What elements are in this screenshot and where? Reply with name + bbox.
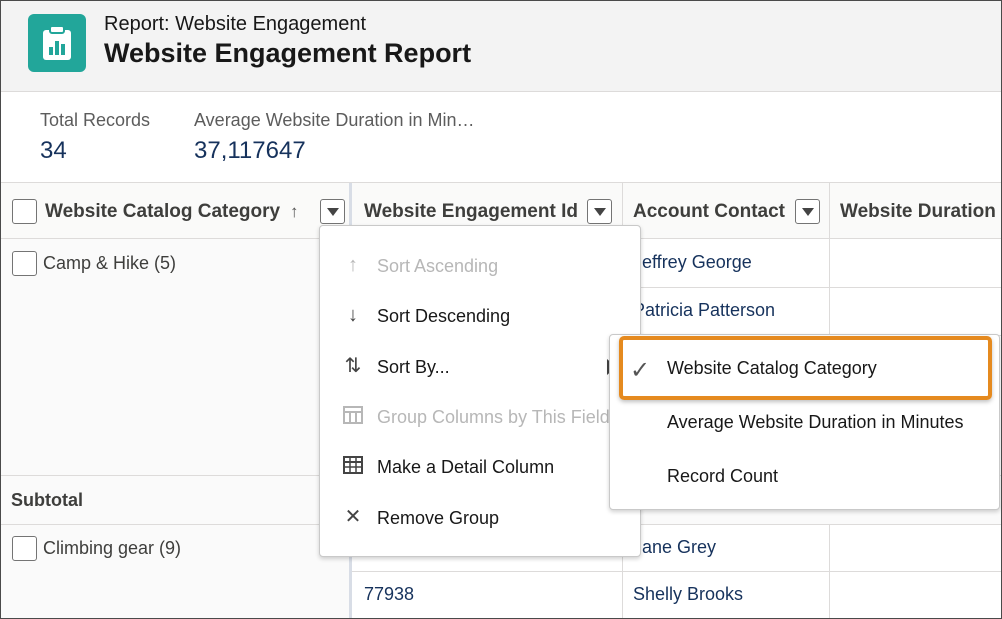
report-window: Report: Website Engagement Website Engag… [0, 0, 1002, 619]
row-divider [352, 571, 1001, 572]
menu-item-sort-by[interactable]: ⇅ Sort By... [320, 342, 640, 392]
metric-value: 37,117647 [194, 137, 306, 164]
group-columns-icon [342, 405, 364, 427]
menu-item-label: Sort Ascending [377, 256, 499, 276]
column-label: Website Engagement Id [364, 201, 578, 222]
column-menu-button-account-contact[interactable] [795, 199, 820, 224]
submenu-item-label: Website Catalog Category [667, 358, 877, 378]
column-menu: ↑ Sort Ascending ↓ Sort Descending ⇅ Sor… [319, 225, 641, 557]
metric-total-records: Total Records 34 [40, 110, 150, 165]
submenu-item-label: Record Count [667, 466, 779, 486]
group-column [1, 239, 352, 618]
menu-item-make-detail-column[interactable]: Make a Detail Column [320, 442, 640, 492]
contact-link[interactable]: Shelly Brooks [633, 584, 743, 605]
metric-label: Average Website Duration in Min… [194, 110, 475, 130]
menu-item-label: Group Columns by This Field [377, 407, 610, 427]
summary-bar: Total Records 34 Average Website Duratio… [1, 93, 1001, 181]
submenu-item-average-duration[interactable]: Average Website Duration in Minutes [610, 398, 999, 448]
column-label: Account Contact [633, 201, 785, 222]
menu-item-sort-ascending[interactable]: ↑ Sort Ascending [320, 241, 640, 291]
page-title: Website Engagement Report [104, 38, 472, 68]
close-icon: ✕ [344, 506, 362, 528]
check-icon: ✓ [630, 357, 651, 384]
arrow-up-icon: ↑ [348, 254, 358, 276]
column-divider [829, 183, 830, 239]
submenu-item-catalog-category[interactable]: ✓ Website Catalog Category [610, 344, 999, 394]
group-checkbox-camp-hike[interactable] [12, 251, 37, 276]
subtotal-label: Subtotal [11, 490, 83, 510]
menu-item-label: Sort By... [377, 357, 450, 377]
menu-item-sort-descending[interactable]: ↓ Sort Descending [320, 291, 640, 341]
arrow-down-icon: ↓ [348, 304, 358, 326]
cell-divider [829, 525, 830, 618]
column-label: Website Catalog Category [45, 201, 281, 222]
detail-column-icon [342, 455, 364, 477]
metric-value: 34 [40, 137, 67, 164]
column-header-website-duration[interactable]: Website Duration i [840, 183, 1001, 239]
sort-by-submenu: ✓ Website Catalog Category Average Websi… [609, 334, 1000, 510]
metric-average-duration: Average Website Duration in Min… 37,1176… [194, 110, 474, 165]
group-checkbox-climbing-gear[interactable] [12, 536, 37, 561]
object-label: Report: Website Engagement [104, 13, 367, 35]
column-header-catalog-category[interactable]: Website Catalog Category ↑ [45, 183, 345, 239]
menu-item-group-columns[interactable]: Group Columns by This Field [320, 392, 640, 442]
contact-link[interactable]: Jeffrey George [633, 252, 752, 273]
menu-item-label: Sort Descending [377, 306, 511, 326]
sort-icon: ⇅ [344, 355, 362, 377]
submenu-item-label: Average Website Duration in Minutes [667, 412, 964, 432]
page-header: Report: Website Engagement Website Engag… [1, 1, 1001, 92]
menu-item-remove-group[interactable]: ✕ Remove Group [320, 493, 640, 543]
column-menu-button-engagement-id[interactable] [587, 199, 612, 224]
menu-item-label: Make a Detail Column [377, 457, 555, 477]
contact-link[interactable]: Jane Grey [633, 537, 716, 558]
submenu-item-record-count[interactable]: Record Count [610, 452, 999, 502]
engagement-id-link[interactable]: 77938 [364, 584, 414, 605]
column-label: Website Duration i [840, 201, 1001, 222]
column-header-account-contact[interactable]: Account Contact [633, 183, 793, 239]
select-all-checkbox[interactable] [12, 199, 37, 224]
metric-label: Total Records [40, 110, 151, 130]
menu-item-label: Remove Group [377, 508, 500, 528]
contact-link[interactable]: Patricia Patterson [633, 300, 775, 321]
column-menu-button-catalog-category[interactable] [320, 199, 345, 224]
report-icon [28, 14, 86, 72]
arrow-up-icon: ↑ [290, 202, 299, 221]
